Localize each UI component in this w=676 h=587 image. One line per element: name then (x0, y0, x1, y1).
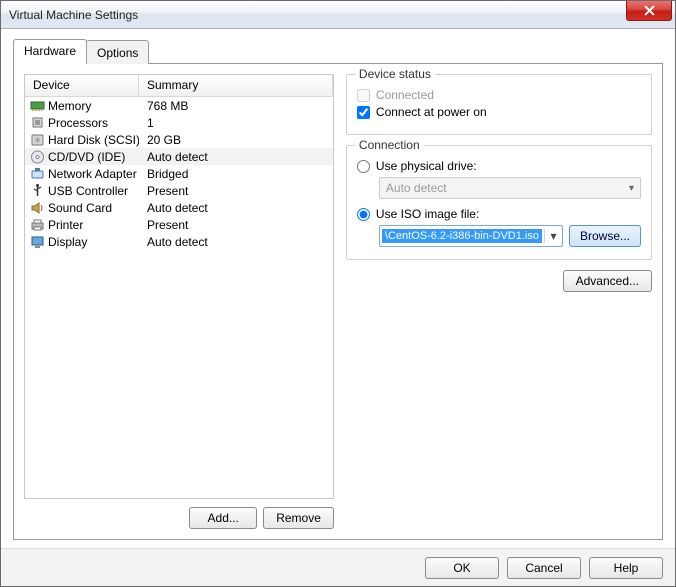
vm-settings-window: Virtual Machine Settings Hardware Option… (0, 0, 676, 587)
physical-sub: Auto detect (379, 177, 641, 199)
device-summary: 768 MB (139, 99, 333, 113)
display-icon (29, 234, 45, 250)
device-list-header: Device Summary (25, 75, 333, 97)
device-row-memory[interactable]: Memory768 MB (25, 97, 333, 114)
iso-dropdown-icon[interactable]: ▾ (544, 229, 562, 243)
browse-button[interactable]: Browse... (569, 225, 641, 247)
device-summary: 1 (139, 116, 333, 130)
ok-button[interactable]: OK (425, 557, 499, 579)
advanced-button[interactable]: Advanced... (563, 270, 652, 292)
device-summary: Auto detect (139, 201, 333, 215)
device-row-usb[interactable]: USB ControllerPresent (25, 182, 333, 199)
body: Hardware Options Device Summary Memory76… (1, 29, 675, 548)
connected-checkbox (357, 89, 370, 102)
cpu-icon (29, 115, 45, 131)
device-list: Device Summary Memory768 MBProcessors1Ha… (24, 74, 334, 499)
device-name: Network Adapter (48, 167, 139, 181)
browse-label: Browse... (580, 229, 630, 243)
device-status-group: Device status Connected Connect at power… (346, 74, 652, 135)
device-name: Memory (48, 99, 139, 113)
device-summary: Present (139, 218, 333, 232)
device-row-printer[interactable]: PrinterPresent (25, 216, 333, 233)
close-icon (644, 5, 655, 16)
tab-options[interactable]: Options (86, 40, 149, 64)
device-row-net[interactable]: Network AdapterBridged (25, 165, 333, 182)
connect-power-label[interactable]: Connect at power on (376, 105, 487, 119)
dialog-footer: OK Cancel Help (1, 548, 675, 586)
connection-title: Connection (355, 138, 424, 152)
device-row-hdd[interactable]: Hard Disk (SCSI)20 GB (25, 131, 333, 148)
col-summary[interactable]: Summary (139, 75, 333, 96)
hdd-icon (29, 132, 45, 148)
cancel-button[interactable]: Cancel (507, 557, 581, 579)
iso-label[interactable]: Use ISO image file: (376, 207, 479, 221)
right-pane: Device status Connected Connect at power… (346, 74, 652, 529)
cd-icon (29, 149, 45, 165)
close-button[interactable] (626, 1, 672, 21)
device-summary: 20 GB (139, 133, 333, 147)
connection-group: Connection Use physical drive: Auto dete… (346, 145, 652, 260)
tab-panel-hardware: Device Summary Memory768 MBProcessors1Ha… (13, 63, 663, 540)
device-name: Display (48, 235, 139, 249)
memory-icon (29, 98, 45, 114)
device-row-display[interactable]: DisplayAuto detect (25, 233, 333, 250)
usb-icon (29, 183, 45, 199)
physical-label[interactable]: Use physical drive: (376, 159, 477, 173)
remove-button[interactable]: Remove (263, 507, 334, 529)
device-status-title: Device status (355, 67, 435, 81)
net-icon (29, 166, 45, 182)
iso-sub: \CentOS-6.2-i386-bin-DVD1.iso ▾ Browse..… (379, 225, 641, 247)
device-name: Sound Card (48, 201, 139, 215)
connect-power-checkbox[interactable] (357, 106, 370, 119)
help-button[interactable]: Help (589, 557, 663, 579)
device-summary: Auto detect (139, 235, 333, 249)
add-button[interactable]: Add... (189, 507, 257, 529)
device-summary: Bridged (139, 167, 333, 181)
physical-radio[interactable] (357, 160, 370, 173)
window-title: Virtual Machine Settings (9, 8, 138, 22)
device-name: Printer (48, 218, 139, 232)
device-name: Processors (48, 116, 139, 130)
connect-power-row: Connect at power on (357, 105, 641, 119)
device-summary: Auto detect (139, 150, 333, 164)
iso-path-text: \CentOS-6.2-i386-bin-DVD1.iso (382, 229, 542, 243)
device-summary: Present (139, 184, 333, 198)
physical-row: Use physical drive: (357, 159, 641, 173)
device-buttons: Add... Remove (24, 507, 334, 529)
device-name: CD/DVD (IDE) (48, 150, 139, 164)
col-device[interactable]: Device (25, 75, 139, 96)
connected-row: Connected (357, 88, 641, 102)
tab-hardware[interactable]: Hardware (13, 39, 87, 64)
iso-path-combo[interactable]: \CentOS-6.2-i386-bin-DVD1.iso ▾ (379, 225, 563, 247)
left-pane: Device Summary Memory768 MBProcessors1Ha… (24, 74, 334, 529)
device-row-sound[interactable]: Sound CardAuto detect (25, 199, 333, 216)
sound-icon (29, 200, 45, 216)
device-row-cpu[interactable]: Processors1 (25, 114, 333, 131)
device-name: Hard Disk (SCSI) (48, 133, 139, 147)
connected-label: Connected (376, 88, 434, 102)
titlebar: Virtual Machine Settings (1, 1, 675, 29)
tab-strip: Hardware Options (13, 39, 663, 64)
device-name: USB Controller (48, 184, 139, 198)
device-row-cd[interactable]: CD/DVD (IDE)Auto detect (25, 148, 333, 165)
physical-drive-combo: Auto detect (379, 177, 641, 199)
printer-icon (29, 217, 45, 233)
advanced-row: Advanced... (346, 270, 652, 292)
iso-row: Use ISO image file: (357, 207, 641, 221)
iso-radio[interactable] (357, 208, 370, 221)
